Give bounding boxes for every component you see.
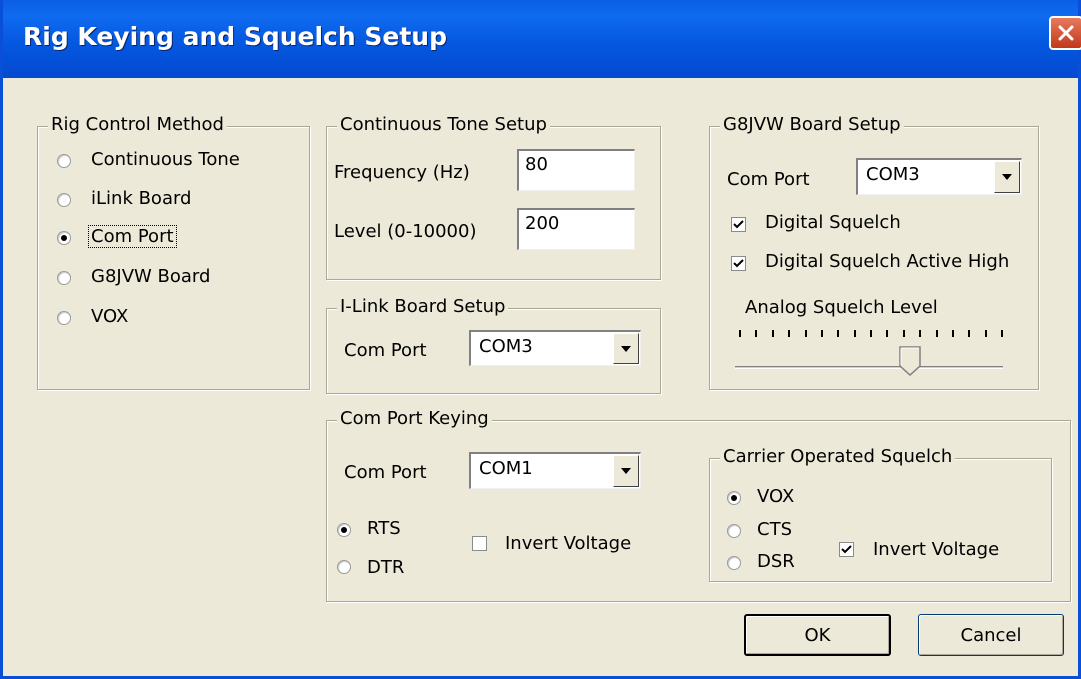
title-bar[interactable]: Rig Keying and Squelch Setup bbox=[3, 0, 1081, 78]
radio-cos-vox-label[interactable]: VOX bbox=[757, 486, 794, 507]
radio-vox-label[interactable]: VOX bbox=[91, 306, 128, 327]
active-high-label[interactable]: Digital Squelch Active High bbox=[765, 251, 1009, 272]
slider-tick bbox=[853, 330, 856, 337]
ok-button[interactable]: OK bbox=[744, 614, 891, 656]
digital-squelch-label[interactable]: Digital Squelch bbox=[765, 212, 901, 233]
close-icon bbox=[1058, 25, 1074, 41]
cos-title: Carrier Operated Squelch bbox=[720, 446, 956, 467]
g8jvw-title: G8JVW Board Setup bbox=[720, 114, 904, 135]
close-button[interactable] bbox=[1049, 16, 1081, 50]
slider-tick bbox=[870, 330, 872, 337]
chevron-down-icon bbox=[621, 345, 631, 352]
keying-dropdown-button[interactable] bbox=[613, 455, 639, 487]
dialog-window: Rig Keying and Squelch Setup Rig Control… bbox=[0, 0, 1081, 679]
slider-tick bbox=[837, 330, 840, 337]
digital-squelch-checkbox[interactable] bbox=[731, 217, 746, 232]
radio-continuous-tone[interactable] bbox=[57, 154, 71, 168]
keying-com-port-value: COM1 bbox=[479, 458, 533, 479]
cancel-button[interactable]: Cancel bbox=[918, 614, 1064, 656]
radio-com-port[interactable] bbox=[57, 231, 71, 245]
active-high-checkbox[interactable] bbox=[731, 256, 746, 271]
radio-g8jvw-board[interactable] bbox=[57, 271, 71, 285]
analog-squelch-label: Analog Squelch Level bbox=[745, 297, 938, 318]
slider-tick bbox=[739, 330, 741, 337]
ilink-dropdown-button[interactable] bbox=[613, 333, 639, 364]
slider-tick bbox=[984, 330, 987, 337]
ilink-com-port-select[interactable]: COM3 bbox=[469, 330, 641, 366]
slider-tick bbox=[1001, 330, 1003, 337]
radio-com-port-label[interactable]: Com Port bbox=[88, 225, 177, 248]
slider-thumb[interactable] bbox=[899, 346, 922, 376]
keying-com-port-select[interactable]: COM1 bbox=[469, 452, 641, 489]
slider-tick bbox=[968, 330, 971, 337]
cos-invert-label[interactable]: Invert Voltage bbox=[873, 539, 999, 560]
radio-rts-label[interactable]: RTS bbox=[367, 518, 401, 539]
g8jvw-com-port-value: COM3 bbox=[866, 164, 920, 185]
slider-tick bbox=[820, 330, 823, 337]
keying-invert-label[interactable]: Invert Voltage bbox=[505, 533, 631, 554]
slider-track bbox=[735, 366, 1003, 369]
rig-control-title: Rig Control Method bbox=[48, 114, 227, 135]
radio-g8jvw-board-label[interactable]: G8JVW Board bbox=[91, 266, 210, 287]
ilink-com-port-label: Com Port bbox=[344, 340, 427, 361]
slider-tick bbox=[771, 330, 774, 337]
keying-com-port-label: Com Port bbox=[344, 462, 427, 483]
checkmark-icon bbox=[841, 545, 852, 554]
checkmark-icon bbox=[733, 220, 744, 229]
radio-cos-dsr[interactable] bbox=[727, 556, 741, 570]
radio-cos-cts-label[interactable]: CTS bbox=[757, 519, 792, 540]
analog-squelch-slider[interactable] bbox=[735, 330, 1007, 380]
g8jvw-com-port-select[interactable]: COM3 bbox=[856, 158, 1022, 195]
com-port-keying-title: Com Port Keying bbox=[337, 408, 492, 429]
frequency-input[interactable]: 80 bbox=[517, 149, 635, 191]
radio-cos-dsr-label[interactable]: DSR bbox=[757, 551, 795, 572]
slider-tick bbox=[788, 330, 791, 337]
frequency-label: Frequency (Hz) bbox=[334, 162, 470, 183]
g8jvw-com-port-label: Com Port bbox=[727, 169, 810, 190]
radio-dtr-label[interactable]: DTR bbox=[367, 557, 404, 578]
radio-rts[interactable] bbox=[337, 523, 351, 537]
radio-vox[interactable] bbox=[57, 311, 71, 325]
slider-tick bbox=[902, 330, 905, 337]
radio-ilink-board[interactable] bbox=[57, 193, 71, 207]
radio-continuous-tone-label[interactable]: Continuous Tone bbox=[91, 149, 240, 170]
slider-tick bbox=[919, 330, 922, 337]
radio-cos-cts[interactable] bbox=[727, 524, 741, 538]
slider-ticks bbox=[735, 330, 1007, 340]
slider-tick bbox=[886, 330, 889, 337]
checkmark-icon bbox=[733, 259, 744, 268]
radio-cos-vox[interactable] bbox=[727, 491, 741, 505]
keying-invert-checkbox[interactable] bbox=[472, 536, 487, 551]
continuous-tone-title: Continuous Tone Setup bbox=[337, 114, 550, 135]
chevron-down-icon bbox=[1002, 174, 1012, 180]
slider-tick bbox=[951, 330, 954, 337]
level-label: Level (0-10000) bbox=[334, 221, 477, 242]
window-title: Rig Keying and Squelch Setup bbox=[23, 22, 447, 51]
dialog-body: Rig Control Method Continuous Tone iLink… bbox=[3, 78, 1078, 676]
radio-ilink-board-label[interactable]: iLink Board bbox=[91, 188, 192, 209]
ilink-com-port-value: COM3 bbox=[479, 336, 533, 357]
slider-tick bbox=[935, 330, 938, 337]
chevron-down-icon bbox=[621, 468, 631, 474]
level-input[interactable]: 200 bbox=[517, 208, 635, 250]
ilink-title: I-Link Board Setup bbox=[337, 296, 509, 317]
slider-tick bbox=[755, 330, 758, 337]
radio-dtr[interactable] bbox=[337, 560, 351, 574]
g8jvw-dropdown-button[interactable] bbox=[994, 161, 1020, 193]
cos-invert-checkbox[interactable] bbox=[839, 542, 854, 557]
slider-tick bbox=[804, 330, 807, 337]
